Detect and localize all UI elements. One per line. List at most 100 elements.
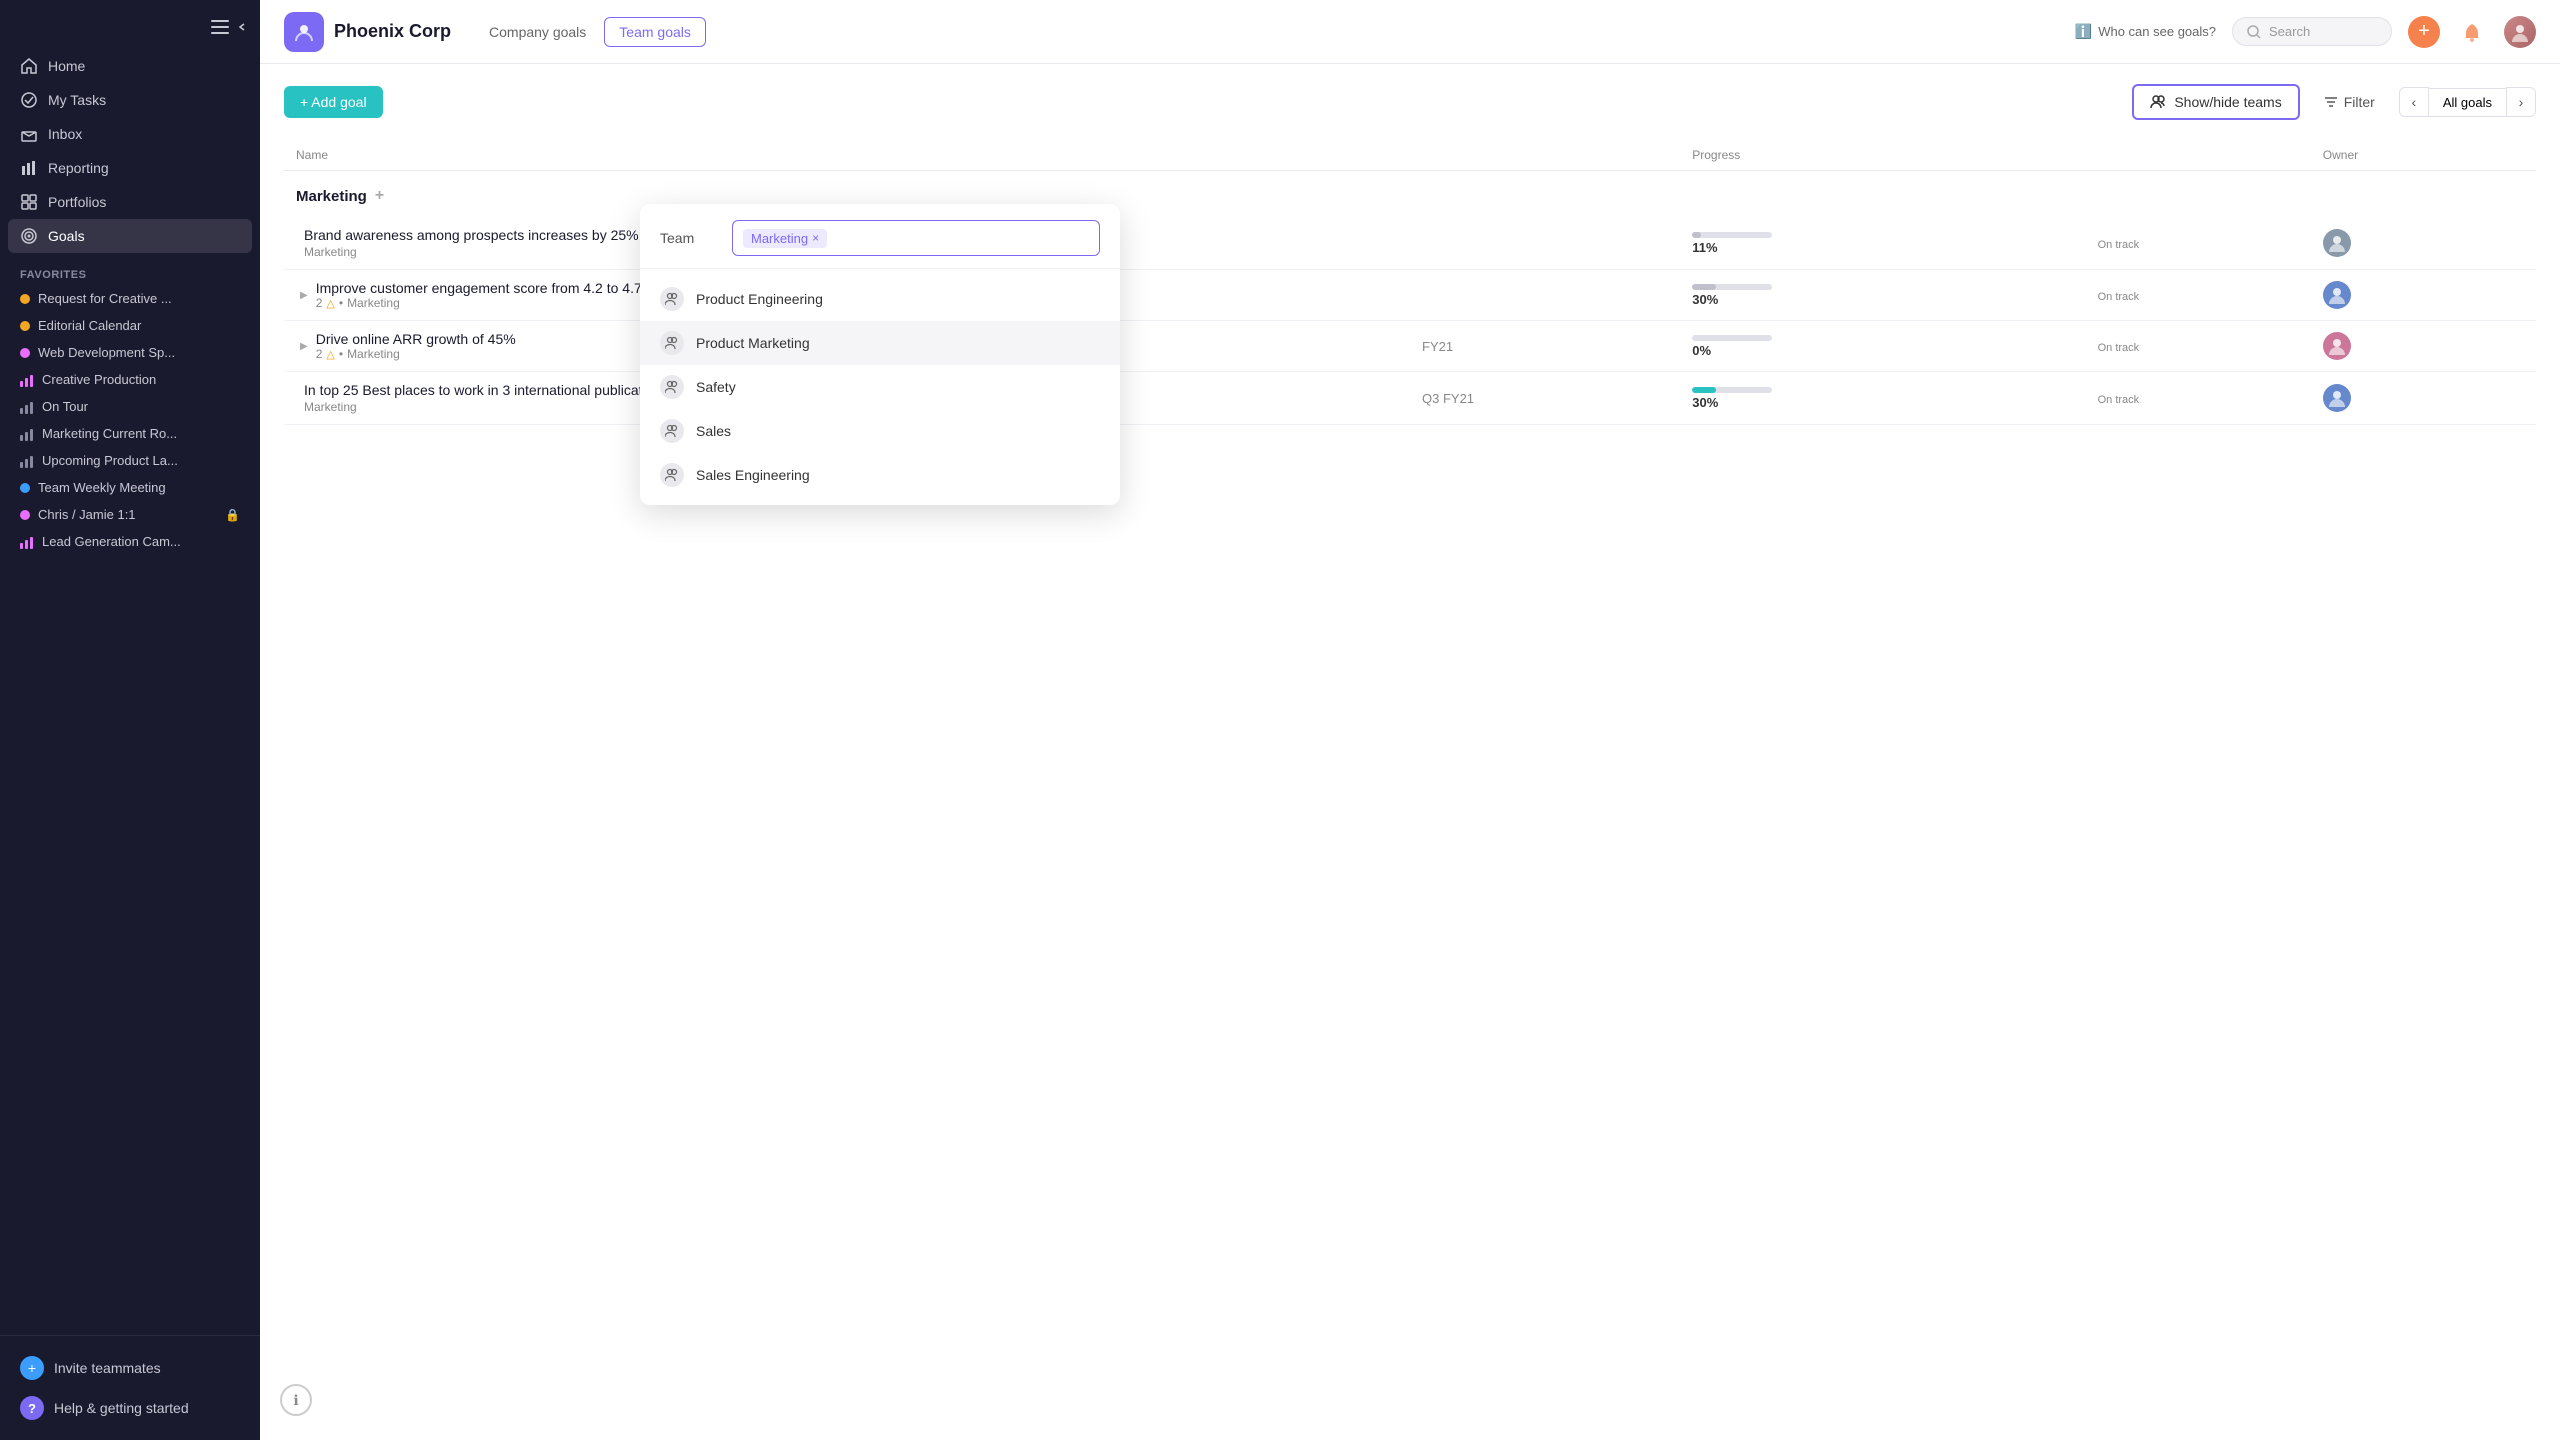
favorite-label: Team Weekly Meeting xyxy=(38,480,166,495)
progress-label: 11% xyxy=(1692,240,1717,255)
favorites-section-title: Favorites xyxy=(0,257,260,285)
add-goal-button[interactable]: + Add goal xyxy=(284,86,383,118)
goal-name: Improve customer engagement score from 4… xyxy=(316,280,642,296)
tab-team-goals[interactable]: Team goals xyxy=(604,17,706,47)
progress-bar-wrap xyxy=(1692,232,1772,238)
favorite-label: Marketing Current Ro... xyxy=(42,426,177,441)
search-box[interactable]: Search xyxy=(2232,17,2392,46)
sidebar-item-my-tasks[interactable]: My Tasks xyxy=(8,83,252,117)
table-row: ▶ Improve customer engagement score from… xyxy=(284,270,2536,321)
sidebar-item-goals[interactable]: Goals xyxy=(8,219,252,253)
sub-info: 2 △ • Marketing xyxy=(316,296,642,310)
col-period xyxy=(1410,140,1680,171)
dropdown-item-label: Product Engineering xyxy=(696,291,823,307)
progress-bar xyxy=(1692,232,1701,238)
dropdown-item-product-marketing[interactable]: Product Marketing xyxy=(640,321,1120,365)
favorite-label: Editorial Calendar xyxy=(38,318,141,333)
goal-period xyxy=(1410,217,1680,270)
table-row: ▶ Drive online ARR growth of 45% 2 △ • M… xyxy=(284,321,2536,372)
tab-company-goals[interactable]: Company goals xyxy=(475,17,600,47)
progress-bar xyxy=(1692,284,1716,290)
goals-nav-next[interactable]: › xyxy=(2506,87,2536,117)
dot-icon xyxy=(20,321,30,331)
expand-arrow[interactable]: ▶ xyxy=(300,290,308,301)
info-button[interactable]: ℹ xyxy=(280,1384,312,1416)
favorite-item-creative-production[interactable]: Creative Production xyxy=(8,366,252,393)
favorites-list: Request for Creative ... Editorial Calen… xyxy=(0,285,260,555)
goal-owner-cell xyxy=(2311,321,2536,372)
sidebar-nav: Home My Tasks Inbox xyxy=(0,45,260,257)
favorite-item-web-dev[interactable]: Web Development Sp... xyxy=(8,339,252,366)
who-can-see-link[interactable]: ℹ️ Who can see goals? xyxy=(2075,23,2216,40)
sidebar-item-portfolios-label: Portfolios xyxy=(48,194,106,210)
sidebar-item-portfolios[interactable]: Portfolios xyxy=(8,185,252,219)
favorite-label: Upcoming Product La... xyxy=(42,453,178,468)
sidebar-item-home[interactable]: Home xyxy=(8,49,252,83)
team-filter-dropdown: Team Marketing × xyxy=(640,204,1120,505)
add-button[interactable]: + xyxy=(2408,16,2440,48)
goals-nav-prev[interactable]: ‹ xyxy=(2399,87,2429,117)
filter-label: Filter xyxy=(2344,94,2375,110)
favorite-item-on-tour[interactable]: On Tour xyxy=(8,393,252,420)
dropdown-item-label: Sales xyxy=(696,423,731,439)
favorite-item-team-weekly[interactable]: Team Weekly Meeting xyxy=(8,474,252,501)
favorite-label: Chris / Jamie 1:1 xyxy=(38,507,136,522)
favorite-item-editorial-calendar[interactable]: Editorial Calendar xyxy=(8,312,252,339)
notification-icon[interactable] xyxy=(2456,16,2488,48)
help-getting-started-button[interactable]: ? Help & getting started xyxy=(8,1388,252,1428)
progress-bar xyxy=(1692,387,1716,393)
teams-icon xyxy=(2150,94,2166,110)
owner-avatar xyxy=(2323,281,2351,309)
show-hide-label: Show/hide teams xyxy=(2174,94,2281,110)
favorite-label: Lead Generation Cam... xyxy=(42,534,181,549)
help-label: Help & getting started xyxy=(54,1400,189,1416)
user-avatar[interactable] xyxy=(2504,16,2536,48)
progress-bar-wrap xyxy=(1692,387,1772,393)
sidebar-item-reporting[interactable]: Reporting xyxy=(8,151,252,185)
brand-name: Phoenix Corp xyxy=(334,21,451,42)
team-tag-label: Marketing xyxy=(751,231,808,246)
goal-status-cell: On track xyxy=(2086,372,2311,425)
sidebar-item-home-label: Home xyxy=(48,58,85,74)
table-row: In top 25 Best places to work in 3 inter… xyxy=(284,372,2536,425)
expand-arrow[interactable]: ▶ xyxy=(300,341,308,352)
dropdown-item-label: Safety xyxy=(696,379,736,395)
dropdown-item-sales[interactable]: Sales xyxy=(640,409,1120,453)
dot-icon xyxy=(20,510,30,520)
invite-teammates-button[interactable]: + Invite teammates xyxy=(8,1348,252,1388)
sub-info: 2 △ • Marketing xyxy=(316,347,516,361)
sidebar-top xyxy=(0,0,260,45)
favorite-item-lead-generation[interactable]: Lead Generation Cam... xyxy=(8,528,252,555)
dot-icon xyxy=(20,483,30,493)
filter-button[interactable]: Filter xyxy=(2312,86,2387,118)
show-hide-teams-button[interactable]: Show/hide teams xyxy=(2132,84,2299,120)
dropdown-item-product-engineering[interactable]: Product Engineering xyxy=(640,277,1120,321)
sidebar-item-inbox[interactable]: Inbox xyxy=(8,117,252,151)
reporting-icon xyxy=(20,159,38,177)
brand: Phoenix Corp xyxy=(284,12,451,52)
sidebar-toggle-button[interactable] xyxy=(211,16,248,37)
team-tag-input[interactable]: Marketing × xyxy=(732,220,1100,256)
who-can-see-label: Who can see goals? xyxy=(2098,24,2216,39)
goal-owner-cell xyxy=(2311,217,2536,270)
dropdown-item-sales-engineering[interactable]: Sales Engineering xyxy=(640,453,1120,497)
sidebar-item-my-tasks-label: My Tasks xyxy=(48,92,106,108)
col-progress: Progress xyxy=(1680,140,2085,171)
favorite-label: On Tour xyxy=(42,399,88,414)
team-filter-input[interactable] xyxy=(835,230,1089,246)
favorite-item-chris-jamie[interactable]: Chris / Jamie 1:1 🔒 xyxy=(8,501,252,528)
goal-period xyxy=(1410,270,1680,321)
warn-icon: △ xyxy=(326,348,334,361)
goal-progress-cell: 0% xyxy=(1680,321,2085,372)
favorite-item-marketing-current[interactable]: Marketing Current Ro... xyxy=(8,420,252,447)
dropdown-item-safety[interactable]: Safety xyxy=(640,365,1120,409)
team-tag-remove[interactable]: × xyxy=(812,231,819,245)
favorite-item-upcoming-product[interactable]: Upcoming Product La... xyxy=(8,447,252,474)
all-goals-button[interactable]: All goals xyxy=(2429,88,2506,117)
progress-label: 30% xyxy=(1692,292,1718,307)
favorite-item-request-creative[interactable]: Request for Creative ... xyxy=(8,285,252,312)
goal-period: Q3 FY21 xyxy=(1410,372,1680,425)
goals-table: Name Progress Owner Marketing + xyxy=(284,140,2536,425)
dropdown-team-row: Team Marketing × xyxy=(640,204,1120,269)
section-add-button[interactable]: + xyxy=(375,187,384,205)
